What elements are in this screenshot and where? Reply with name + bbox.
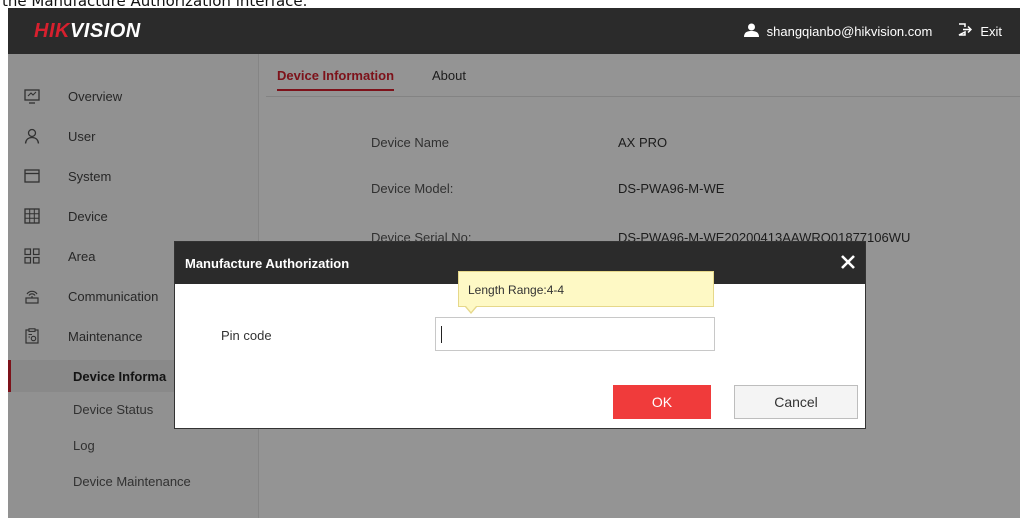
ok-button[interactable]: OK xyxy=(613,385,711,419)
close-icon[interactable] xyxy=(839,253,857,271)
logo-red-text: HIK xyxy=(34,20,70,42)
tooltip-arrow-inner xyxy=(466,306,476,312)
logo-white-text: VISION xyxy=(69,20,141,42)
pin-code-input[interactable] xyxy=(435,317,715,351)
caption-text: the Manufacture Authorization interface. xyxy=(0,0,1020,8)
exit-icon xyxy=(958,23,973,39)
length-range-tooltip: Length Range:4-4 xyxy=(458,271,714,307)
manufacture-authorization-dialog: Manufacture Authorization Pin code OK Ca… xyxy=(174,241,866,429)
logo: HIKVISION xyxy=(34,19,141,43)
user-icon xyxy=(743,23,759,40)
exit-button[interactable]: Exit xyxy=(958,23,1002,39)
pin-code-label: Pin code xyxy=(221,328,272,343)
user-email: shangqianbo@hikvision.com xyxy=(766,23,933,39)
tooltip-text: Length Range:4-4 xyxy=(468,283,565,297)
user-area: shangqianbo@hikvision.com Exit xyxy=(743,8,1020,54)
top-bar: HIKVISION shangqianbo@hikvision.com Exit xyxy=(8,8,1020,54)
text-cursor xyxy=(441,326,442,343)
dialog-title: Manufacture Authorization xyxy=(185,256,350,271)
user-account[interactable]: shangqianbo@hikvision.com xyxy=(743,23,933,40)
cancel-button[interactable]: Cancel xyxy=(734,385,858,419)
exit-label: Exit xyxy=(980,23,1002,39)
